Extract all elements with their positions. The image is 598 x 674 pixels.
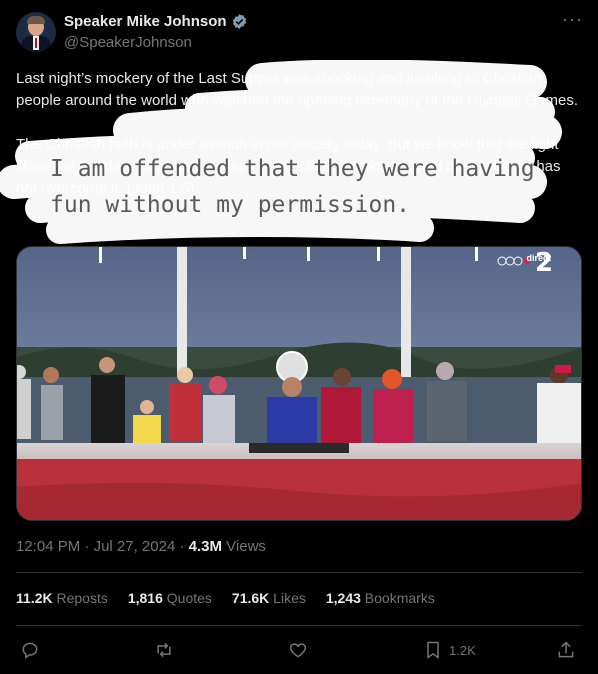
bookmarks-stat[interactable]: 1,243 Bookmarks [326,590,435,606]
overlay-caption-line: fun without my permission. [50,192,411,218]
tweet-paragraph: Last night’s mockery of the Last Supper … [16,70,578,109]
reposts-count: 11.2K [16,590,53,606]
reply-icon [22,642,38,659]
quotes-stat[interactable]: 1,816 Quotes [128,590,212,606]
timestamp-separator: · [179,538,185,555]
views-label: Views [226,538,266,555]
author-display-name[interactable]: Speaker Mike Johnson [64,13,227,30]
bookmarks-count: 1,243 [325,590,361,606]
timestamp-separator: · [84,538,90,555]
avatar[interactable] [16,12,56,52]
tweet-timestamp: 12:04 PM · Jul 27, 2024 · 4.3M Views [16,538,266,555]
likes-label: Likes [273,590,306,606]
share-icon [558,641,574,658]
ceremony-photo: 2 [17,247,581,520]
share-button[interactable] [556,638,576,662]
name-row: Speaker Mike Johnson [64,13,248,30]
reposts-label: Reposts [56,590,108,606]
engagement-stats: 11.2K Reposts 1,816 Quotes 71.6K Likes 1… [16,590,435,606]
views-count: 4.3M [188,538,222,555]
likes-count: 71.6K [231,590,270,606]
repost-icon [157,642,171,658]
bookmark-icon [427,641,439,659]
heart-icon [289,643,307,658]
author-handle[interactable]: @SpeakerJohnson [64,34,192,51]
reposts-stat[interactable]: 11.2K Reposts [16,590,108,606]
overlay-caption-line: I am offended that they were having [50,156,535,182]
repost-button[interactable] [154,638,174,662]
like-button[interactable] [288,638,308,662]
tweet-time[interactable]: 12:04 PM [16,538,80,555]
quotes-count: 1,816 [127,590,163,606]
verified-badge-icon [232,14,246,29]
bookmarks-label: Bookmarks [364,590,435,606]
bookmark-button[interactable]: 1.2K [423,638,476,662]
divider [16,572,582,573]
broadcast-badge: direct [526,253,551,263]
likes-stat[interactable]: 71.6K Likes [232,590,306,606]
bookmark-count: 1.2K [449,642,476,658]
tweet-date[interactable]: Jul 27, 2024 [94,538,176,555]
action-bar: 1.2K [16,638,582,662]
reply-button[interactable] [20,638,40,662]
quotes-label: Quotes [166,590,212,606]
tweet-media-image[interactable]: 2 direct [16,246,582,521]
divider [16,625,582,626]
more-options-icon[interactable]: ··· [562,10,582,32]
tweet-header: Speaker Mike Johnson @SpeakerJohnson ··· [16,10,582,54]
